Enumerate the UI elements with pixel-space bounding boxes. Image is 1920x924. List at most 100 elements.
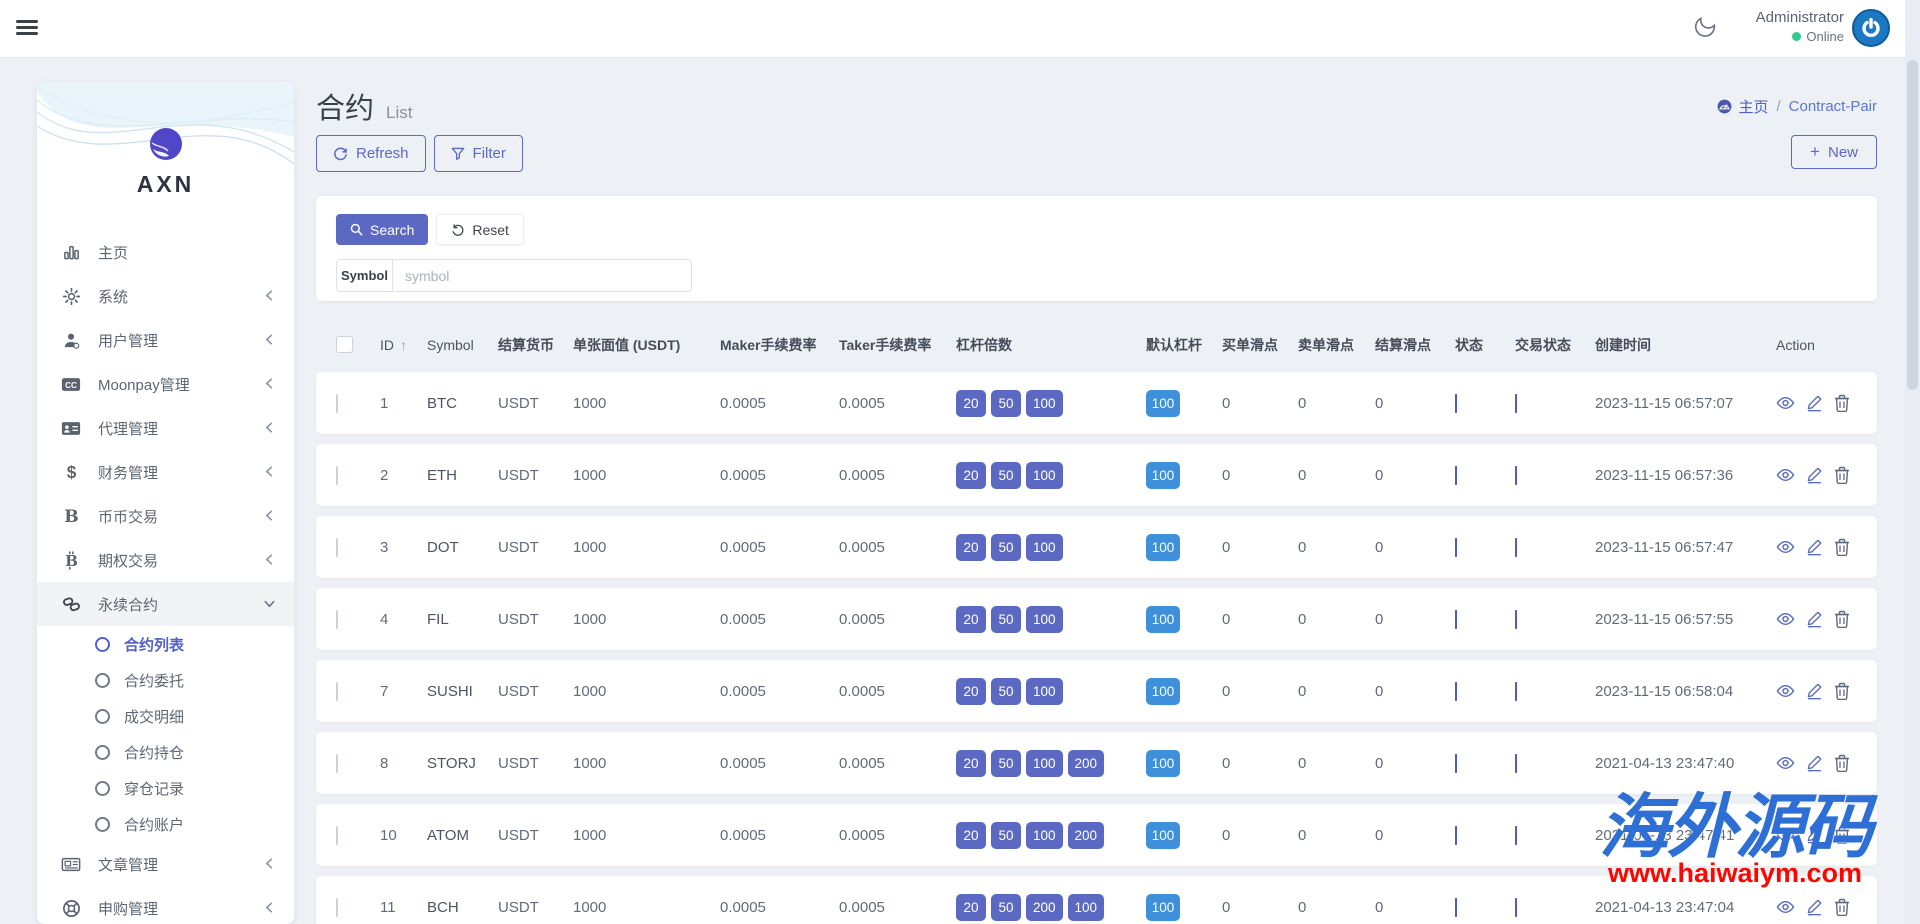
sidebar-item-4[interactable]: CCMoonpay管理 [37,362,294,406]
sidebar-item-9[interactable]: 永续合约 [37,582,294,626]
table-row: 3DOTUSDT10000.00050.00052050100100000202… [316,516,1877,578]
view-eye-icon[interactable] [1776,539,1795,555]
search-button[interactable]: Search [336,214,428,245]
radio-circle-icon [95,637,110,652]
sidebar-item-1[interactable]: 主页 [37,230,294,274]
row-checkbox[interactable] [336,826,338,845]
user-info[interactable]: Administrator Online [1756,9,1844,44]
sidebar-item-7[interactable]: B 币币交易 [37,494,294,538]
sidebar-item-6[interactable]: $财务管理 [37,450,294,494]
hamburger-menu-icon[interactable] [16,20,38,36]
cell-buy-slippage: 0 [1222,467,1298,484]
trade-status-toggle[interactable] [1515,826,1517,845]
status-toggle[interactable] [1455,538,1457,557]
edit-pencil-icon[interactable] [1806,538,1823,556]
sidebar-item-10[interactable]: 文章管理 [37,842,294,886]
table-row: 8STORJUSDT10000.00050.000520501002001000… [316,732,1877,794]
sidebar-item-11[interactable]: 申购管理 [37,886,294,924]
cell-symbol: ETH [427,467,498,484]
cell-leverages: 2050100200 [956,750,1146,777]
view-eye-icon[interactable] [1776,611,1795,627]
trade-status-toggle[interactable] [1515,754,1517,773]
submenu-item[interactable]: 合约列表 [37,626,294,662]
scrollbar-thumb[interactable] [1907,60,1918,390]
trade-status-toggle[interactable] [1515,394,1517,413]
vertical-scrollbar[interactable] [1905,0,1920,924]
edit-pencil-icon[interactable] [1806,754,1823,772]
row-checkbox[interactable] [336,898,338,917]
view-eye-icon[interactable] [1776,467,1795,483]
sort-ascending-icon[interactable]: ↑ [400,337,407,353]
status-toggle[interactable] [1455,754,1457,773]
refresh-button[interactable]: Refresh [316,135,426,172]
view-eye-icon[interactable] [1776,755,1795,771]
submenu-item[interactable]: 合约持仓 [37,734,294,770]
edit-pencil-icon[interactable] [1806,466,1823,484]
cell-maker-fee: 0.0005 [720,899,839,916]
submenu-item[interactable]: 成交明细 [37,698,294,734]
breadcrumb-home-link[interactable]: 主页 [1717,96,1768,117]
row-checkbox[interactable] [336,538,338,557]
cell-taker-fee: 0.0005 [839,395,956,412]
submenu-item[interactable]: 合约委托 [37,662,294,698]
delete-trash-icon[interactable] [1834,610,1850,628]
sidebar-item-label: 财务管理 [98,462,158,483]
delete-trash-icon[interactable] [1834,898,1850,916]
submenu-item[interactable]: 穿仓记录 [37,770,294,806]
edit-pencil-icon[interactable] [1806,394,1823,412]
delete-trash-icon[interactable] [1834,394,1850,412]
status-toggle[interactable] [1455,466,1457,485]
new-button[interactable]: + New [1791,135,1877,169]
row-checkbox[interactable] [336,466,338,485]
select-all-checkbox[interactable] [336,336,353,353]
sidebar-item-3[interactable]: 用户管理 [37,318,294,362]
leverage-badge: 20 [956,534,986,561]
symbol-input[interactable] [393,260,691,291]
view-eye-icon[interactable] [1776,683,1795,699]
dark-mode-moon-icon[interactable] [1692,14,1724,44]
view-eye-icon[interactable] [1776,827,1795,843]
status-toggle[interactable] [1455,898,1457,917]
delete-trash-icon[interactable] [1834,538,1850,556]
trade-status-toggle[interactable] [1515,682,1517,701]
trade-status-toggle[interactable] [1515,538,1517,557]
trade-status-toggle[interactable] [1515,898,1517,917]
breadcrumb-current[interactable]: Contract-Pair [1789,98,1877,115]
view-eye-icon[interactable] [1776,395,1795,411]
sidebar-item-label: 币币交易 [98,506,158,527]
brand[interactable]: AXN [37,82,294,198]
status-toggle[interactable] [1455,682,1457,701]
svg-text:B: B [64,507,78,526]
leverage-badge: 100 [1026,750,1063,777]
row-checkbox[interactable] [336,394,338,413]
sidebar-item-2[interactable]: 系统 [37,274,294,318]
delete-trash-icon[interactable] [1834,466,1850,484]
delete-trash-icon[interactable] [1834,682,1850,700]
edit-pencil-icon[interactable] [1806,826,1823,844]
status-toggle[interactable] [1455,610,1457,629]
trade-status-toggle[interactable] [1515,466,1517,485]
sidebar-item-8[interactable]: B期权交易 [37,538,294,582]
view-eye-icon[interactable] [1776,899,1795,915]
cell-buy-slippage: 0 [1222,683,1298,700]
status-toggle[interactable] [1455,826,1457,845]
row-checkbox[interactable] [336,682,338,701]
row-checkbox[interactable] [336,754,338,773]
cell-symbol: DOT [427,539,498,556]
sidebar-item-5[interactable]: 代理管理 [37,406,294,450]
edit-pencil-icon[interactable] [1806,610,1823,628]
delete-trash-icon[interactable] [1834,826,1850,844]
edit-pencil-icon[interactable] [1806,898,1823,916]
submenu-item[interactable]: 合约账户 [37,806,294,842]
reset-button[interactable]: Reset [436,214,524,245]
filter-button[interactable]: Filter [434,135,523,172]
column-header: 买单滑点 [1222,335,1298,355]
edit-pencil-icon[interactable] [1806,682,1823,700]
status-toggle[interactable] [1455,394,1457,413]
filter-funnel-icon [451,146,465,161]
row-checkbox[interactable] [336,610,338,629]
trade-status-toggle[interactable] [1515,610,1517,629]
delete-trash-icon[interactable] [1834,754,1850,772]
table-row: 7SUSHIUSDT10000.00050.000520501001000002… [316,660,1877,722]
avatar[interactable] [1852,9,1890,47]
